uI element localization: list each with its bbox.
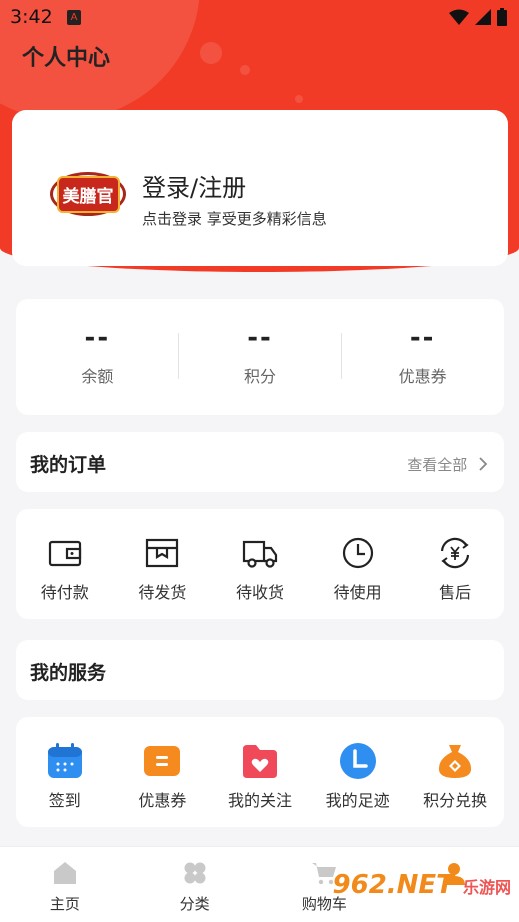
tab-category[interactable]: 分类 <box>130 847 260 922</box>
service-label: 我的关注 <box>227 791 292 810</box>
brand-logo: 美膳官 <box>50 172 126 216</box>
orders-header: 我的订单 查看全部 <box>16 432 504 492</box>
stat-label: 优惠券 <box>398 367 447 386</box>
services-header: 我的服务 <box>16 640 504 700</box>
service-coupons[interactable]: 优惠券 <box>114 717 212 827</box>
clock-icon <box>342 537 373 569</box>
service-label: 我的足迹 <box>325 791 390 810</box>
service-check-in[interactable]: 签到 <box>16 717 114 827</box>
truck-icon <box>242 540 278 568</box>
refund-icon <box>441 537 470 569</box>
divider <box>341 333 342 379</box>
site-watermark: 962.NET 乐游网 <box>333 870 511 900</box>
login-register-link[interactable]: 登录/注册 <box>142 168 246 203</box>
see-all-label: 查看全部 <box>407 456 468 474</box>
stat-value: -- <box>84 323 111 353</box>
order-status-label: 待发货 <box>138 583 187 602</box>
page-title: 个人中心 <box>22 46 111 71</box>
money-bag-icon <box>439 745 472 778</box>
tab-label: 分类 <box>179 895 210 913</box>
stat-label: 余额 <box>81 367 114 386</box>
brand-logo-text: 美膳官 <box>56 175 120 213</box>
tab-label: 主页 <box>49 895 80 913</box>
battery-icon <box>497 8 507 26</box>
order-status-label: 待付款 <box>40 583 89 602</box>
decor-circle <box>295 95 303 103</box>
order-status-label: 售后 <box>439 583 472 602</box>
order-pending-receipt[interactable]: 待收货 <box>211 509 309 619</box>
package-icon <box>146 538 179 568</box>
service-label: 积分兑换 <box>423 791 488 810</box>
service-label: 签到 <box>48 791 81 810</box>
order-after-sales[interactable]: 售后 <box>406 509 504 619</box>
order-status-label: 待使用 <box>333 583 382 602</box>
signal-icon <box>475 9 491 25</box>
status-time: 3:42 <box>10 6 53 28</box>
stat-points[interactable]: -- 积分 <box>179 299 342 415</box>
chevron-right-icon <box>479 457 488 471</box>
order-status-label: 待收货 <box>235 583 284 602</box>
login-card[interactable]: 美膳官 登录/注册 点击登录 享受更多精彩信息 <box>12 110 508 266</box>
footprint-clock-icon <box>339 743 376 779</box>
divider <box>178 333 179 379</box>
status-bar: 3:42 A <box>0 0 519 36</box>
stat-value: -- <box>409 323 436 353</box>
service-points-exchange[interactable]: 积分兑换 <box>406 717 504 827</box>
watermark-subtext: 乐游网 <box>462 878 511 897</box>
watermark-text: 962.NET <box>332 870 454 900</box>
wallet-icon <box>48 540 81 567</box>
calendar-icon <box>47 743 82 778</box>
coupon-icon <box>144 746 181 776</box>
order-pending-payment[interactable]: 待付款 <box>16 509 114 619</box>
heart-folder-icon <box>242 745 277 778</box>
decor-circle <box>240 65 250 75</box>
stat-coupons[interactable]: -- 优惠券 <box>341 299 504 415</box>
wifi-icon <box>449 9 469 25</box>
tab-home[interactable]: 主页 <box>0 847 130 922</box>
service-footprints[interactable]: 我的足迹 <box>309 717 407 827</box>
category-icon <box>184 862 206 884</box>
decor-circle <box>200 42 222 64</box>
see-all-orders-link[interactable]: 查看全部 <box>407 454 488 475</box>
stat-label: 积分 <box>244 367 277 386</box>
login-hint: 点击登录 享受更多精彩信息 <box>142 210 327 228</box>
app-notification-icon: A <box>67 10 81 25</box>
section-title: 我的订单 <box>30 454 107 476</box>
services-grid: 签到 优惠券 我的关注 我的足迹 积分兑换 <box>16 717 504 827</box>
order-pending-shipment[interactable]: 待发货 <box>114 509 212 619</box>
home-icon <box>53 862 76 884</box>
account-stats: -- 余额 -- 积分 -- 优惠券 <box>16 299 504 415</box>
stat-value: -- <box>247 323 273 353</box>
order-to-use[interactable]: 待使用 <box>309 509 407 619</box>
order-status-grid: 待付款 待发货 待收货 待使用 售后 <box>16 509 504 619</box>
service-following[interactable]: 我的关注 <box>211 717 309 827</box>
stat-balance[interactable]: -- 余额 <box>16 299 179 415</box>
section-title: 我的服务 <box>30 662 107 684</box>
service-label: 优惠券 <box>138 791 187 810</box>
